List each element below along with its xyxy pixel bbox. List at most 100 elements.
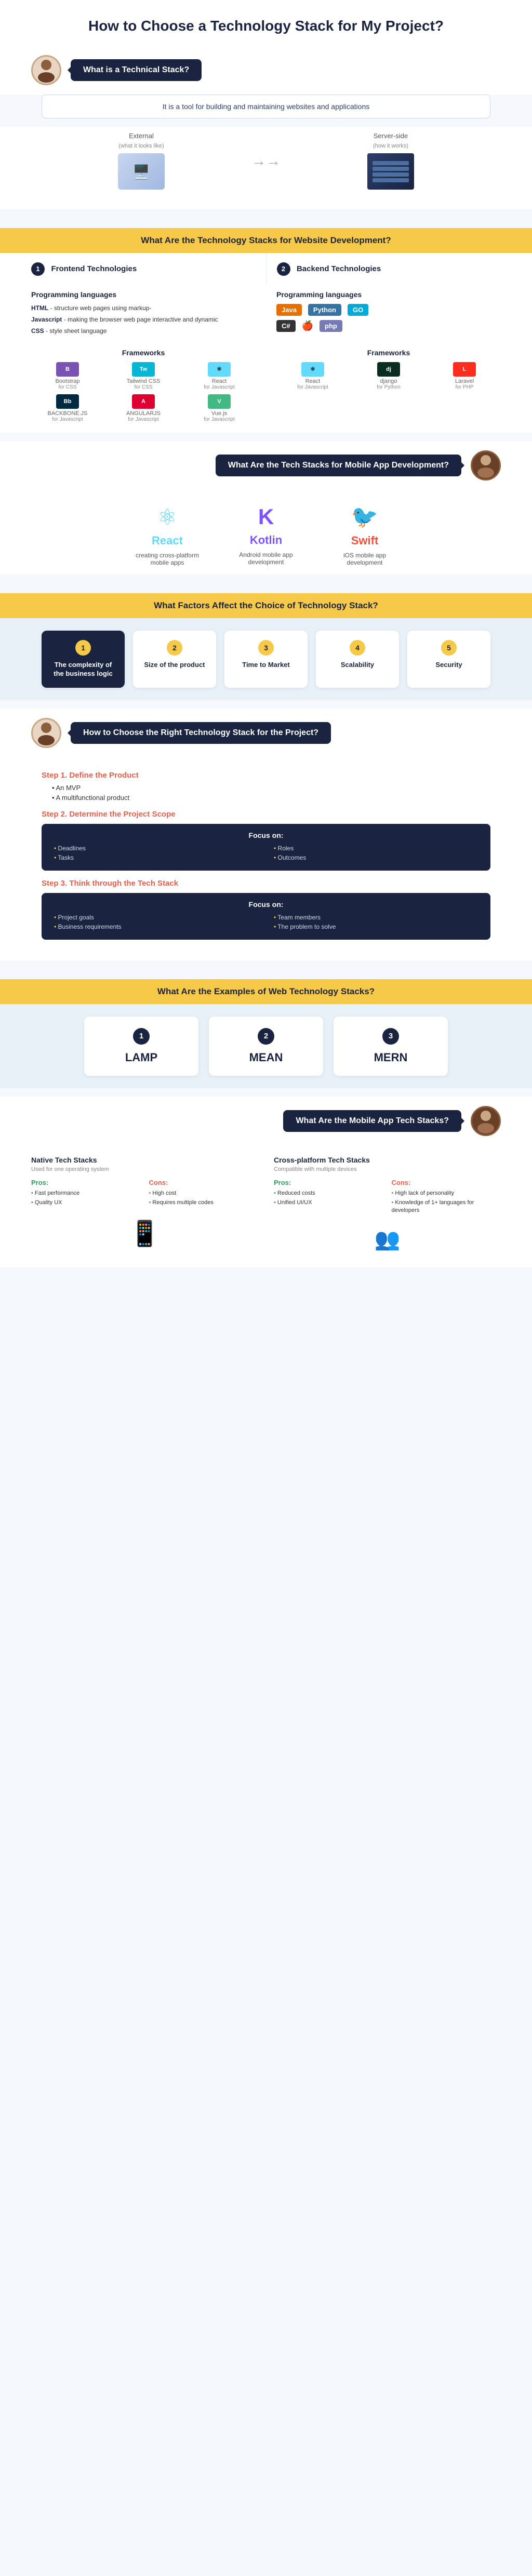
section5: How to Choose the Right Technology Stack…: [0, 709, 532, 960]
django-logo: dj: [377, 362, 400, 377]
step1-item-2: A multifunctional product: [52, 794, 490, 802]
kotlin-name: Kotlin: [232, 533, 300, 547]
diagram-row: External (what it looks like) 🖥️ →→ Serv…: [0, 127, 532, 209]
kotlin-icon: K: [232, 504, 300, 529]
native-cons-1: High cost: [149, 1190, 259, 1197]
factors-grid: 1 The complexity of the business logic 2…: [21, 631, 511, 688]
mobile-stacks-cols: Native Tech Stacks Used for one operatin…: [31, 1156, 501, 1251]
step2-focus-cols: Deadlines Tasks Roles Outcomes: [54, 845, 478, 863]
cross-cons-1: High lack of personality: [392, 1190, 501, 1197]
angular-for: for Javascript: [128, 417, 158, 422]
examples-bg: 1 LAMP 2 MEAN 3 MERN: [0, 1004, 532, 1088]
step2-col2-item1: Roles: [274, 845, 478, 852]
cross-cons-box: Cons: High lack of personality Knowledge…: [392, 1179, 501, 1217]
server-icon: [367, 153, 414, 190]
go-logo: GO: [348, 304, 368, 316]
step2-focus-box: Focus on: Deadlines Tasks Roles Outcomes: [42, 824, 490, 871]
step3-col1-item2: Business requirements: [54, 923, 258, 930]
angular-logo: A: [132, 394, 155, 409]
swift-name: Swift: [331, 534, 398, 548]
laravel-for: for PHP: [455, 384, 473, 390]
factor-num-2: 2: [167, 640, 182, 656]
mean-num: 2: [258, 1028, 274, 1045]
lang-js: Javascript - making the browser web page…: [31, 315, 256, 324]
native-pros-cons: Pros: Fast performance Quality UX Cons: …: [31, 1179, 258, 1209]
backbone-label: BACKBONE.JS: [47, 410, 87, 417]
section3-question-row: What Are the Tech Stacks for Mobile App …: [0, 441, 532, 490]
fw-backbone: Bb BACKBONE.JS for Javascript: [31, 394, 104, 422]
step3-col1: Project goals Business requirements: [54, 914, 258, 932]
backend-fw-col: Frameworks ⚛ React for Javascript dj dja…: [266, 349, 511, 422]
lang-html: HTML - structure web pages using markup-: [31, 304, 256, 313]
cross-cons-title: Cons:: [392, 1179, 501, 1186]
swift-desc: iOS mobile app development: [331, 552, 398, 566]
cross-pros-1: Reduced costs: [274, 1190, 383, 1197]
tech-react: ⚛ React creating cross-platform mobile a…: [134, 504, 201, 566]
kotlin-desc: Android mobile app development: [232, 551, 300, 566]
native-pros-1: Fast performance: [31, 1190, 141, 1197]
lang-css: CSS - style sheet language: [31, 327, 256, 336]
server-side: Server-side (how it works): [281, 132, 501, 194]
step3-focus-title: Focus on:: [54, 900, 478, 909]
react-desc: creating cross-platform mobile apps: [134, 552, 201, 566]
react-icon: ⚛: [134, 504, 201, 530]
prog-lang-section: Programming languages HTML - structure w…: [0, 285, 532, 348]
native-cons-2: Requires multiple codes: [149, 1199, 259, 1207]
step1-list: An MVP A multifunctional product: [42, 784, 490, 802]
section1-answer: It is a tool for building and maintainin…: [42, 95, 490, 118]
backend-fw-grid: ⚛ React for Javascript dj django for Pyt…: [276, 362, 501, 390]
native-sub: Used for one operating system: [31, 1166, 258, 1172]
backend-prog-title: Programming languages: [276, 290, 501, 299]
factor-card-1: 1 The complexity of the business logic: [42, 631, 125, 688]
backend-lang-logos: Java Python GO: [276, 304, 501, 316]
django-for: for Python: [377, 384, 401, 390]
tailwind-label: Tailwind CSS: [127, 378, 161, 384]
step2-focus-title: Focus on:: [54, 831, 478, 839]
native-pros-2: Quality UX: [31, 1199, 141, 1207]
phone-illustration: 📱: [31, 1219, 258, 1248]
frontend-fw-col: Frameworks B Bootstrap for CSS Tw Tailwi…: [21, 349, 266, 422]
fw-react: ⚛ React for Javascript: [183, 362, 256, 390]
cross-pros-box: Pros: Reduced costs Unified UI/UX: [274, 1179, 383, 1217]
section2-header: What Are the Technology Stacks for Websi…: [0, 228, 532, 253]
react-label: React: [212, 378, 227, 384]
bootstrap-for: for CSS: [58, 384, 76, 390]
step3-focus-cols: Project goals Business requirements Team…: [54, 914, 478, 932]
factor-label-3: Time to Market: [232, 661, 300, 670]
apple-logo: 🍎: [302, 321, 313, 331]
step2-title: Step 2. Determine the Project Scope: [42, 810, 490, 819]
section4-header: What Factors Affect the Choice of Techno…: [0, 593, 532, 618]
factor-label-2: Size of the product: [140, 661, 209, 670]
factor-card-4: 4 Scalability: [316, 631, 399, 688]
col1-num: 1: [31, 262, 45, 276]
step1-title: Step 1. Define the Product: [42, 771, 490, 780]
python-logo: Python: [308, 304, 341, 316]
factor-num-4: 4: [350, 640, 365, 656]
examples-grid: 1 LAMP 2 MEAN 3 MERN: [21, 1017, 511, 1076]
cross-pros-cons: Pros: Reduced costs Unified UI/UX Cons: …: [274, 1179, 501, 1217]
native-title: Native Tech Stacks: [31, 1156, 258, 1164]
mobile-stacks-section: Native Tech Stacks Used for one operatin…: [0, 1145, 532, 1267]
tech-col-backend: 2 Backend Technologies: [267, 253, 512, 285]
diagram-arrow: →→: [251, 132, 281, 169]
fw-vue: V Vue.js for Javascript: [183, 394, 256, 422]
laravel-label: Laravel: [455, 378, 474, 384]
factors-bg: 1 The complexity of the business logic 2…: [0, 618, 532, 700]
section7-question-bubble: What Are the Mobile App Tech Stacks?: [283, 1110, 461, 1132]
native-col: Native Tech Stacks Used for one operatin…: [31, 1156, 258, 1251]
vue-label: Vue.js: [211, 410, 227, 417]
factor-card-5: 5 Security: [407, 631, 490, 688]
backbone-logo: Bb: [56, 394, 79, 409]
external-sub: (what it looks like): [31, 143, 251, 149]
react-name: React: [134, 534, 201, 548]
factor-label-1: The complexity of the business logic: [49, 661, 117, 678]
step1-item-1: An MVP: [52, 784, 490, 792]
factor-card-2: 2 Size of the product: [133, 631, 216, 688]
native-pros-title: Pros:: [31, 1179, 141, 1186]
step2-col2: Roles Outcomes: [274, 845, 478, 863]
section5-question-row: How to Choose the Right Technology Stack…: [0, 709, 532, 757]
tech-swift: 🐦 Swift iOS mobile app development: [331, 504, 398, 566]
col2-num: 2: [277, 262, 290, 276]
tailwind-for: for CSS: [134, 384, 152, 390]
cross-pros-2: Unified UI/UX: [274, 1199, 383, 1207]
